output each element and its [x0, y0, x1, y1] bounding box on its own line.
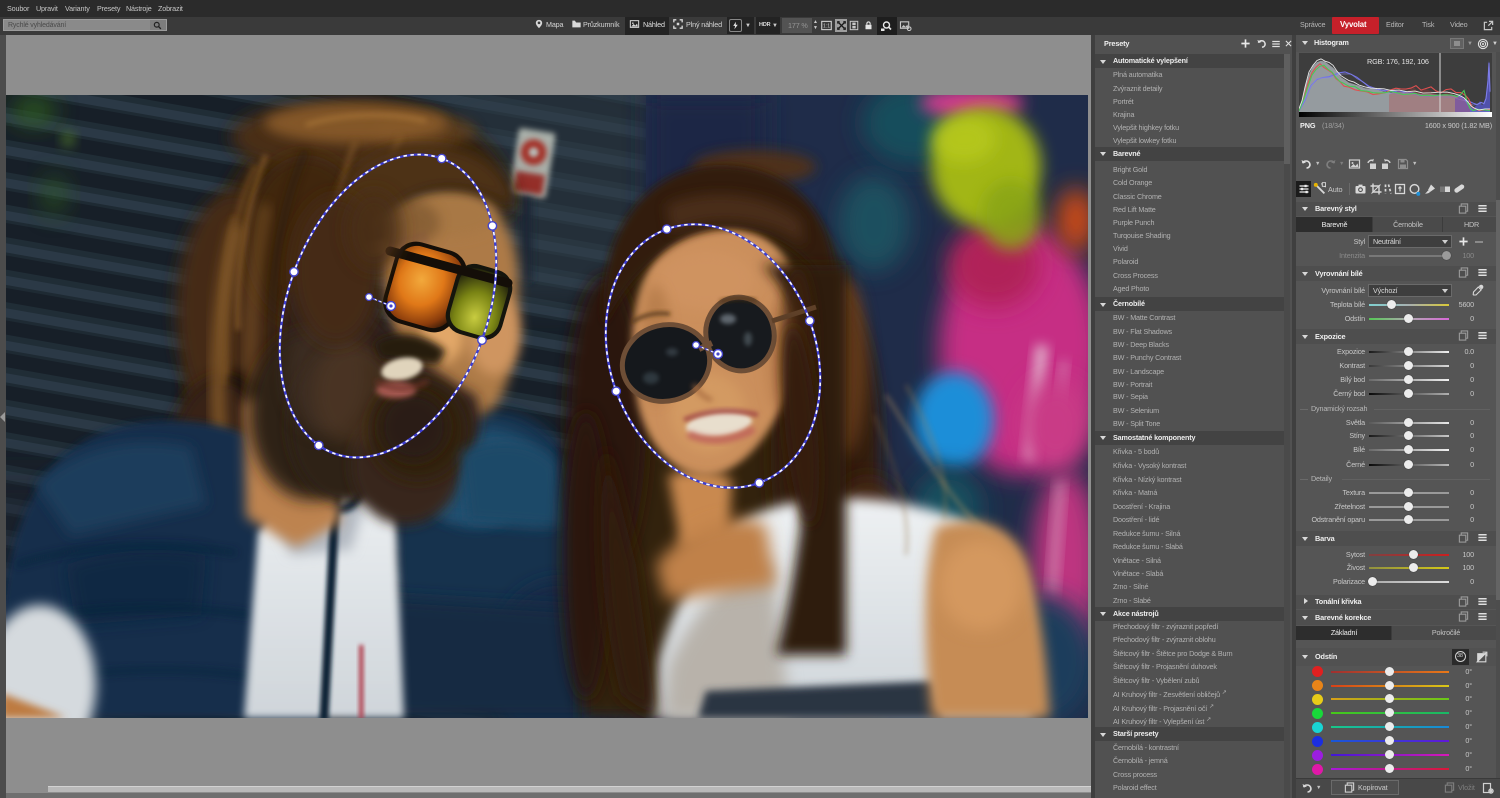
- svg-text:1:1: 1:1: [823, 24, 830, 30]
